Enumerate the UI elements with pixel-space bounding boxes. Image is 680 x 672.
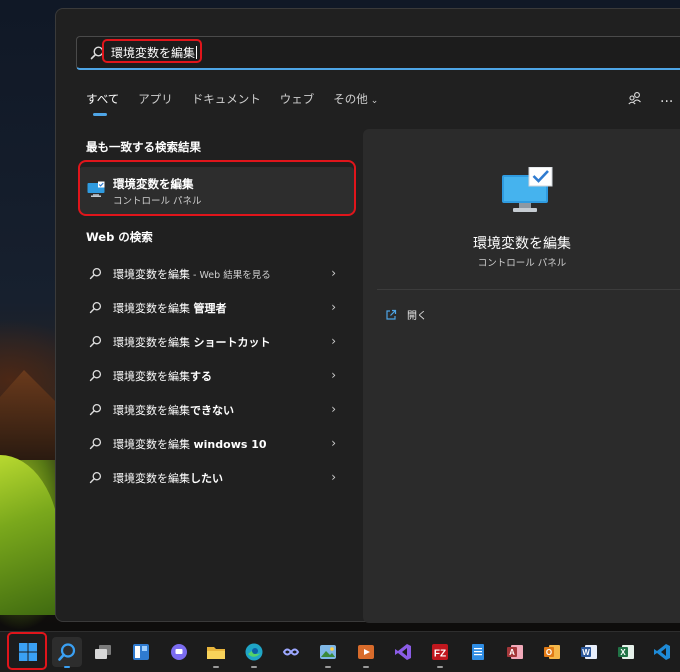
svg-text:X: X bbox=[620, 648, 626, 657]
best-match-heading: 最も一致する検索結果 bbox=[86, 140, 201, 154]
notepad-icon bbox=[472, 644, 484, 660]
preview-divider bbox=[377, 289, 680, 290]
search-icon bbox=[89, 471, 102, 484]
web-search-item[interactable]: 環境変数を編集できない › bbox=[79, 393, 354, 427]
result-preview-pane: 環境変数を編集 コントロール パネル 開く bbox=[363, 129, 680, 623]
task-view-icon bbox=[95, 645, 111, 659]
excel-icon: X bbox=[618, 645, 634, 659]
chevron-right-icon: › bbox=[331, 300, 336, 314]
file-explorer-icon bbox=[207, 647, 225, 659]
tab-apps[interactable]: アプリ bbox=[138, 91, 173, 121]
filter-tabs: すべて アプリ ドキュメント ウェブ その他 ⌄ bbox=[86, 91, 397, 121]
web-search-item[interactable]: 環境変数を編集 windows 10 › bbox=[79, 427, 354, 461]
excel-button[interactable]: X bbox=[611, 637, 641, 667]
tab-documents[interactable]: ドキュメント bbox=[192, 91, 261, 121]
open-action-label: 開く bbox=[407, 311, 427, 322]
media-player-icon bbox=[358, 645, 374, 659]
taskbar: FZ A O W X bbox=[0, 631, 680, 672]
visual-studio-button[interactable] bbox=[388, 637, 418, 667]
search-text-red-highlight bbox=[102, 39, 202, 63]
svg-text:W: W bbox=[582, 648, 590, 657]
search-icon bbox=[89, 301, 102, 314]
web-search-item[interactable]: 環境変数を編集 管理者 › bbox=[79, 291, 354, 325]
edge-button[interactable] bbox=[239, 637, 269, 668]
photos-icon bbox=[320, 645, 336, 659]
top-right-actions: ... bbox=[628, 91, 674, 105]
chevron-right-icon: › bbox=[331, 436, 336, 450]
web-search-item[interactable]: 環境変数を編集する › bbox=[79, 359, 354, 393]
chevron-right-icon: › bbox=[331, 266, 336, 280]
access-icon: A bbox=[507, 645, 523, 659]
teams-chat-icon bbox=[171, 644, 187, 660]
outlook-button[interactable]: O bbox=[537, 637, 567, 667]
best-match-red-highlight bbox=[78, 160, 356, 216]
web-search-item[interactable]: 環境変数を編集したい › bbox=[79, 461, 354, 495]
chevron-down-icon: ⌄ bbox=[370, 96, 379, 106]
web-search-heading: Web の検索 bbox=[86, 230, 153, 244]
search-icon bbox=[89, 403, 102, 416]
preview-subtitle: コントロール パネル bbox=[477, 258, 567, 269]
widgets-button[interactable] bbox=[126, 637, 156, 667]
filezilla-button[interactable]: FZ bbox=[425, 637, 455, 668]
outlook-icon: O bbox=[544, 645, 560, 659]
vscode-icon bbox=[654, 644, 670, 660]
open-external-icon bbox=[386, 309, 397, 320]
search-icon bbox=[89, 437, 102, 450]
search-icon bbox=[89, 369, 102, 382]
edge-icon bbox=[245, 643, 263, 661]
start-button-red-highlight bbox=[7, 632, 47, 670]
open-action[interactable]: 開く bbox=[385, 307, 427, 322]
svg-text:O: O bbox=[546, 648, 552, 657]
chevron-right-icon: › bbox=[331, 402, 336, 416]
word-button[interactable]: W bbox=[574, 637, 604, 667]
svg-text:A: A bbox=[509, 648, 515, 657]
file-explorer-button[interactable] bbox=[201, 637, 231, 668]
web-search-list: 環境変数を編集 - Web 結果を見る › 環境変数を編集 管理者 › 環境変数… bbox=[79, 257, 354, 495]
tab-web[interactable]: ウェブ bbox=[280, 91, 315, 121]
widgets-icon bbox=[133, 644, 149, 660]
chevron-right-icon: › bbox=[331, 470, 336, 484]
visual-studio-icon bbox=[395, 644, 411, 660]
chat-button[interactable] bbox=[164, 637, 194, 667]
vscode-button[interactable] bbox=[647, 637, 677, 667]
preview-title: 環境変数を編集 bbox=[473, 236, 571, 252]
filezilla-icon: FZ bbox=[432, 644, 448, 660]
taskbar-search-button[interactable] bbox=[52, 637, 82, 668]
word-icon: W bbox=[581, 645, 597, 659]
more-options-icon[interactable]: ... bbox=[660, 91, 674, 105]
account-switch-icon[interactable] bbox=[628, 91, 642, 105]
web-search-item[interactable]: 環境変数を編集 ショートカット › bbox=[79, 325, 354, 359]
search-icon bbox=[89, 267, 102, 280]
access-button[interactable]: A bbox=[500, 637, 530, 667]
chevron-right-icon: › bbox=[331, 334, 336, 348]
chevron-right-icon: › bbox=[331, 368, 336, 382]
tab-more[interactable]: その他 ⌄ bbox=[333, 91, 378, 121]
web-search-item[interactable]: 環境変数を編集 - Web 結果を見る › bbox=[79, 257, 354, 291]
infinity-app-icon bbox=[282, 648, 300, 656]
tab-all[interactable]: すべて bbox=[86, 91, 119, 121]
task-view-button[interactable] bbox=[88, 637, 118, 667]
media-player-button[interactable] bbox=[351, 637, 381, 668]
notepad-button[interactable] bbox=[463, 637, 493, 667]
photos-button[interactable] bbox=[313, 637, 343, 668]
search-icon bbox=[58, 643, 76, 661]
svg-text:FZ: FZ bbox=[434, 649, 446, 660]
infinity-app-button[interactable] bbox=[276, 637, 306, 667]
monitor-check-icon bbox=[502, 167, 553, 212]
search-icon bbox=[89, 335, 102, 348]
start-search-panel: 環境変数を編集 すべて アプリ ドキュメント ウェブ その他 ⌄ ... 最も一致… bbox=[55, 8, 680, 623]
